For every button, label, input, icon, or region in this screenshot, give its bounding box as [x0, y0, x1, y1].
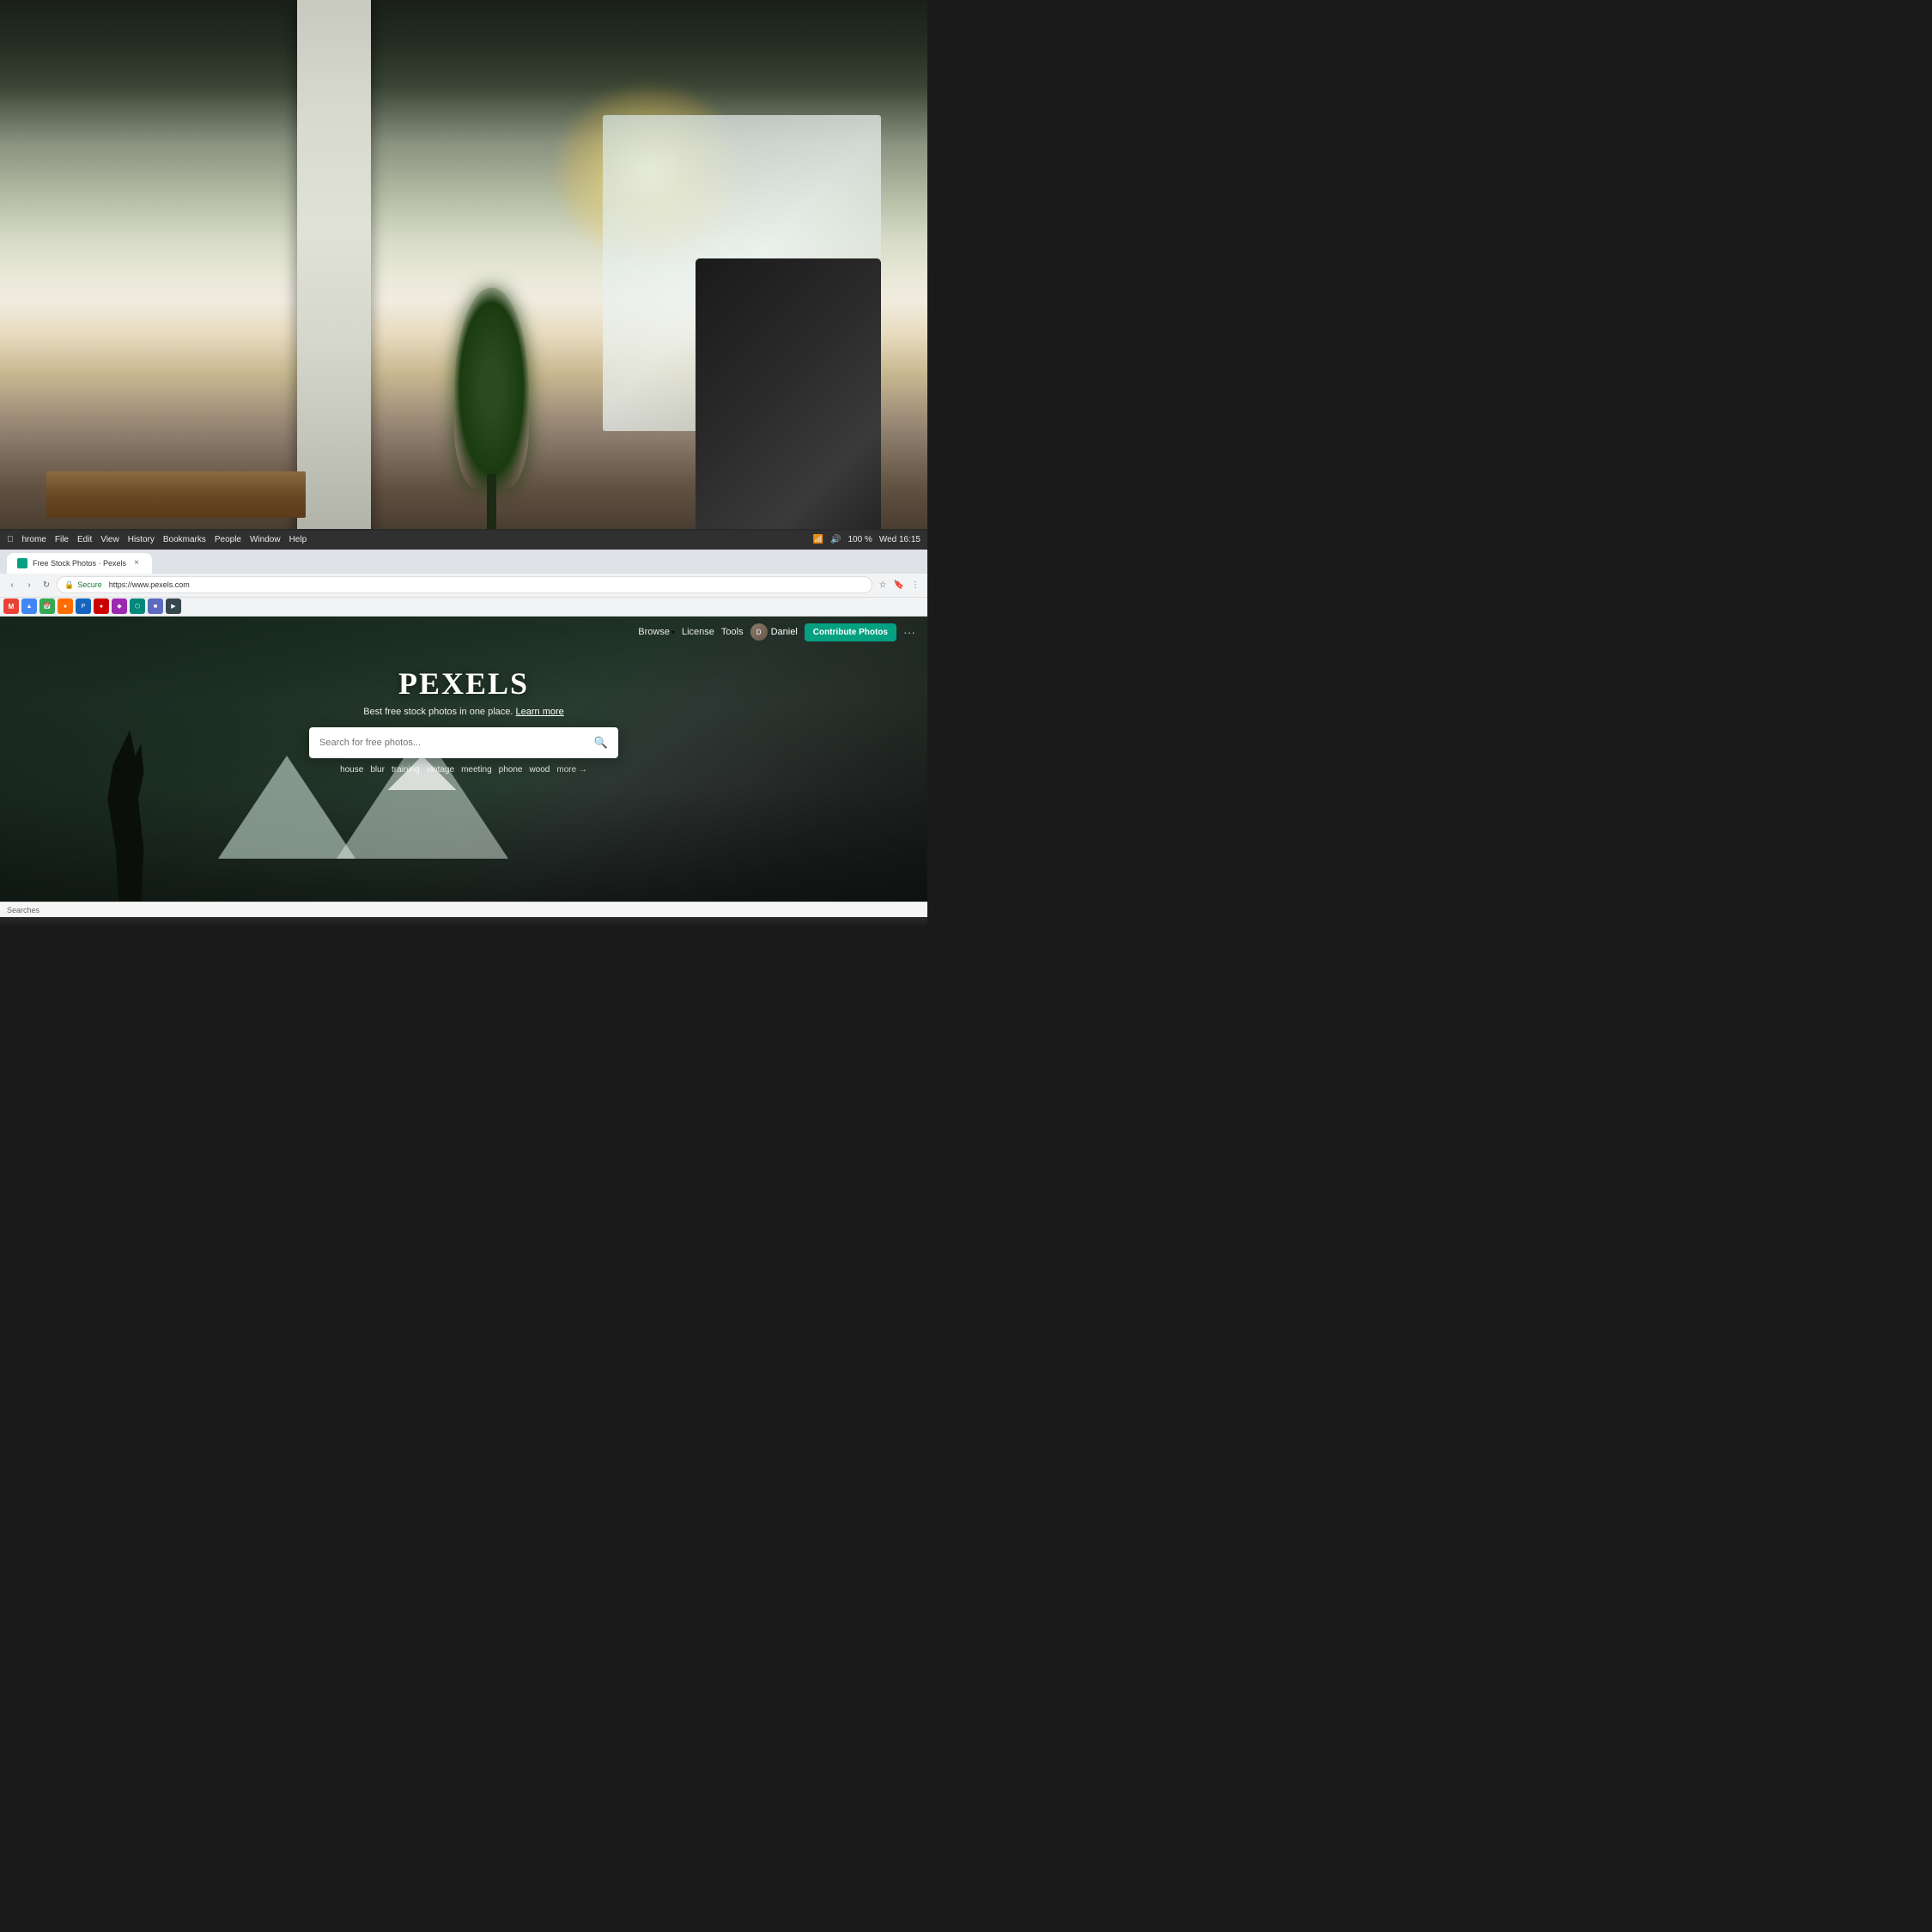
- menu-history[interactable]: History: [128, 535, 155, 544]
- search-tags-row: house blur training vintage meeting phon…: [17, 765, 910, 775]
- gdrive-icon[interactable]: ▲: [21, 598, 37, 614]
- tag-training[interactable]: training: [392, 765, 420, 775]
- address-bar: ‹ › ↻ 🔒 Secure https://www.pexels.com ☆ …: [0, 574, 927, 598]
- search-input[interactable]: [319, 738, 594, 748]
- tag-house[interactable]: house: [340, 765, 363, 775]
- menu-file[interactable]: File: [55, 535, 69, 544]
- browse-chevron-icon: ▾: [671, 629, 675, 636]
- ext-red[interactable]: ●: [94, 598, 109, 614]
- status-text: Searches: [7, 906, 39, 914]
- contribute-photos-button[interactable]: Contribute Photos: [805, 623, 896, 641]
- browser-tabbar: Free Stock Photos · Pexels ×: [0, 550, 927, 574]
- tab-favicon: [17, 558, 27, 568]
- background-photo: [0, 0, 927, 575]
- menu-edit[interactable]: Edit: [77, 535, 92, 544]
- nav-more-button[interactable]: ···: [903, 625, 915, 639]
- menu-window[interactable]: Window: [250, 535, 281, 544]
- nav-user-area[interactable]: D Daniel: [750, 623, 798, 641]
- active-tab[interactable]: Free Stock Photos · Pexels ×: [7, 553, 152, 574]
- calendar-icon[interactable]: 📅: [39, 598, 55, 614]
- office-column: [297, 0, 371, 575]
- office-plant: [445, 258, 538, 546]
- toolbar-right-icons: ☆ 🔖 ⋮: [876, 578, 922, 592]
- extensions-bar: M ▲ 📅 ● P ● ◆: [0, 598, 927, 617]
- bookmark-star-icon[interactable]: ☆: [876, 578, 890, 592]
- nav-tools-link[interactable]: Tools: [721, 627, 744, 637]
- browse-label: Browse: [638, 627, 670, 637]
- menu-help[interactable]: Help: [289, 535, 307, 544]
- wifi-icon: 📶: [813, 535, 823, 544]
- reload-button[interactable]: ↻: [39, 578, 53, 592]
- tag-wood[interactable]: wood: [529, 765, 550, 775]
- search-bar[interactable]: 🔍: [309, 727, 618, 758]
- back-button[interactable]: ‹: [5, 578, 19, 592]
- nav-browse-item[interactable]: Browse ▾: [638, 627, 675, 637]
- screen-inner:  hrome File Edit View History Bookmarks…: [0, 531, 927, 917]
- ext-dark[interactable]: ▶: [166, 598, 181, 614]
- hero-tagline: Best free stock photos in one place. Lea…: [17, 707, 910, 717]
- pexels-navbar: Browse ▾ License Tools D Daniel Contribu…: [0, 617, 927, 648]
- tag-phone[interactable]: phone: [499, 765, 523, 775]
- url-field[interactable]: 🔒 Secure https://www.pexels.com: [57, 576, 872, 593]
- tag-more[interactable]: more →: [556, 765, 587, 775]
- tag-blur[interactable]: blur: [370, 765, 385, 775]
- office-desk: [46, 471, 306, 518]
- secure-label: Secure: [77, 580, 102, 589]
- menubar-right: 📶 🔊 100 % Wed 16:15: [813, 535, 920, 544]
- nav-buttons: ‹ › ↻: [5, 578, 53, 592]
- tab-title: Free Stock Photos · Pexels: [33, 559, 126, 568]
- pexels-website: Browse ▾ License Tools D Daniel Contribu…: [0, 617, 927, 902]
- ext-teal[interactable]: ⬡: [130, 598, 145, 614]
- user-avatar: D: [750, 623, 768, 641]
- secure-icon: 🔒: [64, 580, 74, 590]
- office-chair: [696, 258, 881, 574]
- menu-chrome[interactable]: hrome: [22, 535, 46, 544]
- keyboard-bezel: [0, 917, 927, 927]
- menu-apple[interactable]: : [7, 535, 14, 544]
- ext-orange[interactable]: ●: [58, 598, 73, 614]
- hero-content: PEXELS Best free stock photos in one pla…: [0, 648, 927, 787]
- battery-label: 100 %: [848, 535, 872, 544]
- tab-close-button[interactable]: ×: [131, 558, 142, 568]
- menubar-left:  hrome File Edit View History Bookmarks…: [7, 535, 307, 544]
- monitor-screen:  hrome File Edit View History Bookmarks…: [0, 529, 927, 927]
- menu-view[interactable]: View: [100, 535, 119, 544]
- pexels-brand-title: PEXELS: [17, 665, 910, 702]
- menu-people[interactable]: People: [215, 535, 241, 544]
- search-submit-icon[interactable]: 🔍: [594, 736, 608, 750]
- ext-purple[interactable]: ◆: [112, 598, 127, 614]
- plant-leaves: [454, 288, 528, 489]
- page-wrapper:  hrome File Edit View History Bookmarks…: [0, 0, 927, 927]
- ext-blue[interactable]: P: [76, 598, 91, 614]
- user-name-label: Daniel: [771, 627, 798, 637]
- volume-icon: 🔊: [830, 535, 841, 544]
- ext-indigo[interactable]: ■: [148, 598, 163, 614]
- url-text: https://www.pexels.com: [109, 580, 190, 589]
- tag-meeting[interactable]: meeting: [461, 765, 492, 775]
- learn-more-link[interactable]: Learn more: [516, 707, 564, 717]
- nav-license-link[interactable]: License: [682, 627, 714, 637]
- extension-icon-1[interactable]: 🔖: [892, 578, 906, 592]
- tag-vintage[interactable]: vintage: [427, 765, 454, 775]
- gmail-icon[interactable]: M: [3, 598, 19, 614]
- system-menubar:  hrome File Edit View History Bookmarks…: [0, 531, 927, 550]
- more-menu-button[interactable]: ⋮: [908, 578, 922, 592]
- menu-bookmarks[interactable]: Bookmarks: [163, 535, 206, 544]
- browser-statusbar: Searches: [0, 902, 927, 917]
- forward-button[interactable]: ›: [22, 578, 36, 592]
- clock-label: Wed 16:15: [879, 535, 920, 544]
- pexels-hero-section: Browse ▾ License Tools D Daniel Contribu…: [0, 617, 927, 902]
